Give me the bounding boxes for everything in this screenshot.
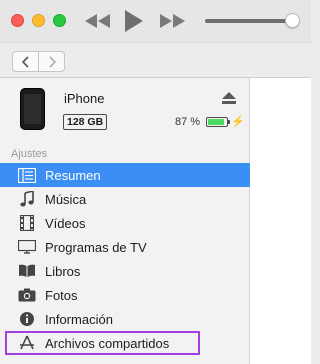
forward-button[interactable] [38,52,64,71]
settings-menu: Resumen Música Vídeos Programas de TV Li… [0,163,250,355]
app-store-icon [18,335,36,351]
sidebar-item-archivos-compartidos[interactable]: Archivos compartidos [5,331,200,355]
main-content-area [250,78,311,364]
tv-icon [18,239,36,255]
device-name: iPhone [64,91,105,106]
music-note-icon [18,191,36,207]
chevron-left-icon [21,55,29,68]
sidebar-item-resumen[interactable]: Resumen [0,163,250,187]
volume-knob[interactable] [285,13,300,28]
fast-forward-button[interactable] [160,9,186,33]
info-icon [18,311,36,327]
charging-bolt-icon: ⚡ [231,116,245,128]
rewind-icon [85,14,110,28]
minimize-window-button[interactable] [32,14,45,27]
sidebar-item-label: Información [45,311,113,327]
iphone-device-icon [20,88,45,130]
sidebar-item-label: Música [45,191,87,207]
film-strip-icon [18,215,36,231]
battery-percentage: 87 % [175,116,201,128]
sidebar-item-libros[interactable]: Libros [0,259,250,283]
sidebar-item-label: Fotos [45,287,78,303]
sidebar-item-label: Programas de TV [45,239,147,255]
sidebar-item-label: Libros [45,263,81,279]
sidebar-item-informacion[interactable]: Información [0,307,250,331]
eject-icon[interactable] [222,92,236,104]
summary-list-icon [18,167,36,183]
camera-icon [18,287,36,303]
book-icon [18,263,36,279]
sidebar-item-programas-de-tv[interactable]: Programas de TV [0,235,250,259]
play-button[interactable] [122,9,146,33]
sidebar-item-fotos[interactable]: Fotos [0,283,250,307]
settings-section-label: Ajustes [11,148,48,160]
sidebar-item-videos[interactable]: Vídeos [0,211,250,235]
sidebar-item-label: Vídeos [45,215,86,231]
sidebar-item-musica[interactable]: Música [0,187,250,211]
rewind-button[interactable] [85,9,111,33]
fast-forward-icon [160,14,185,28]
maximize-window-button[interactable] [53,14,66,27]
back-button[interactable] [13,52,38,71]
battery-level-fill [208,119,224,125]
sidebar-item-label: Resumen [45,167,101,183]
volume-slider[interactable] [205,13,300,28]
capacity-badge: 128 GB [63,114,108,130]
sidebar: iPhone 128 GB 87 % ⚡ Ajustes Resumen Mús… [0,78,250,364]
navigation-bar [0,42,311,78]
sidebar-item-label: Archivos compartidos [45,335,170,351]
title-bar [0,0,311,42]
close-window-button[interactable] [11,14,24,27]
back-forward-group [12,51,65,72]
battery-icon [206,117,230,127]
chevron-right-icon [48,55,56,68]
play-icon [125,10,143,32]
